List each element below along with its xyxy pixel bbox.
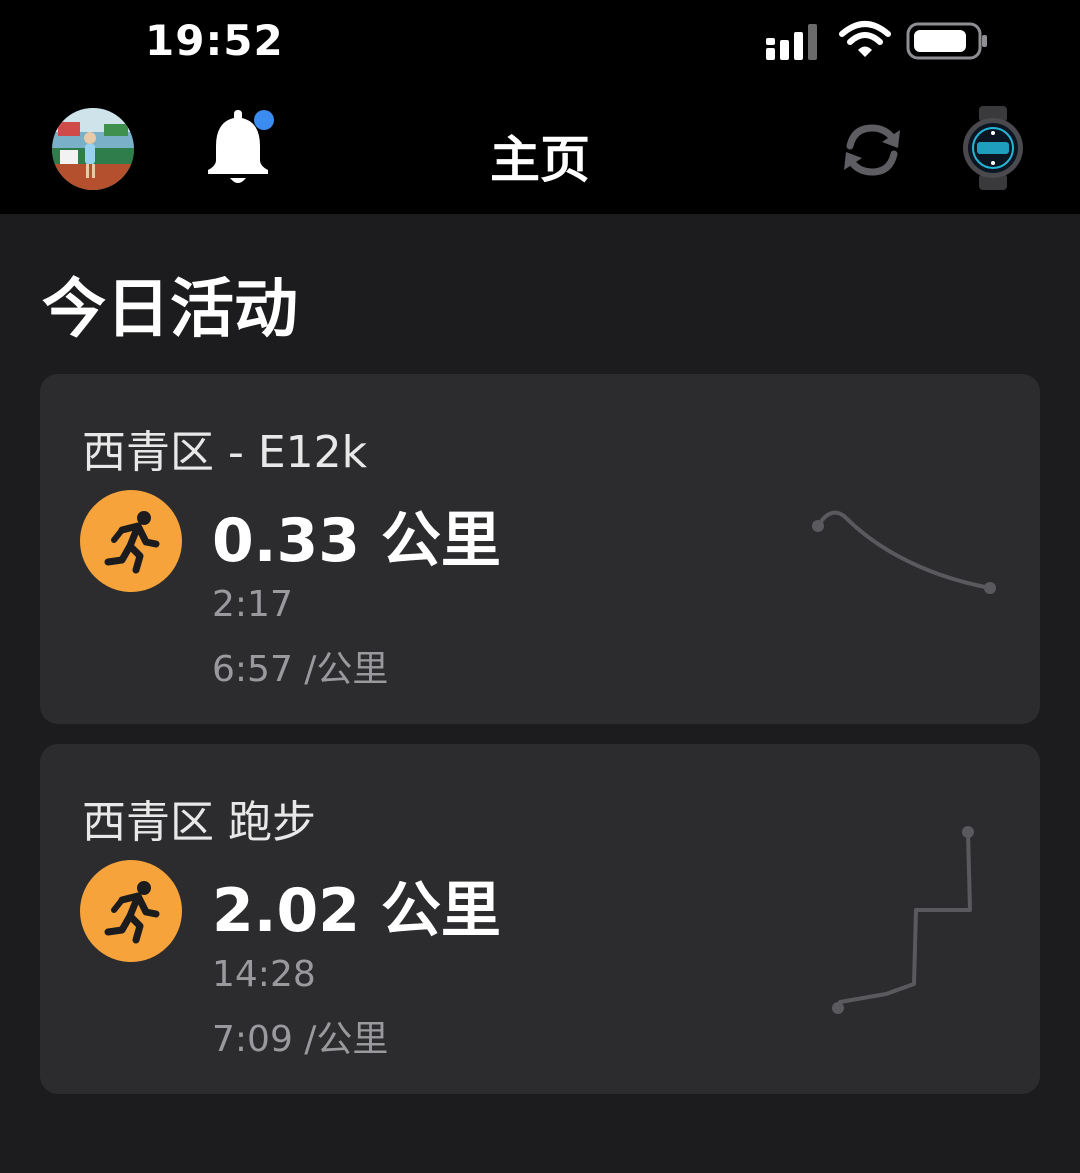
activity-title: 西青区 跑步 [82,797,316,848]
activity-duration: 2:17 [212,584,293,625]
running-icon [80,860,182,962]
status-time: 19:52 [145,16,284,65]
wifi-icon [839,21,891,57]
route-map [832,826,974,1014]
activity-duration: 14:28 [212,954,316,995]
smartwatch-icon[interactable] [960,106,1026,190]
activity-pace: 7:09 /公里 [212,1019,389,1060]
activity-card[interactable]: 西青区 - E12k 0.33 公里 2:17 6:57 /公里 [40,374,1040,724]
page-title: 主页 [490,131,590,189]
status-bar: 19:52 [0,0,1080,88]
activity-card[interactable]: 西青区 跑步 2.02 公里 14:28 7:09 /公里 [40,744,1040,1094]
activity-pace: 6:57 /公里 [212,649,389,690]
route-map [812,510,996,594]
sync-icon[interactable] [838,120,906,180]
activity-title: 西青区 - E12k [82,427,368,478]
activity-distance: 2.02 公里 [212,876,501,946]
battery-icon [906,22,987,60]
cellular-signal-icon [766,24,817,60]
running-icon [80,490,182,592]
activity-distance: 0.33 公里 [212,506,501,576]
top-navigation-bar: 主页 [0,88,1080,214]
section-title: 今日活动 [42,273,298,347]
